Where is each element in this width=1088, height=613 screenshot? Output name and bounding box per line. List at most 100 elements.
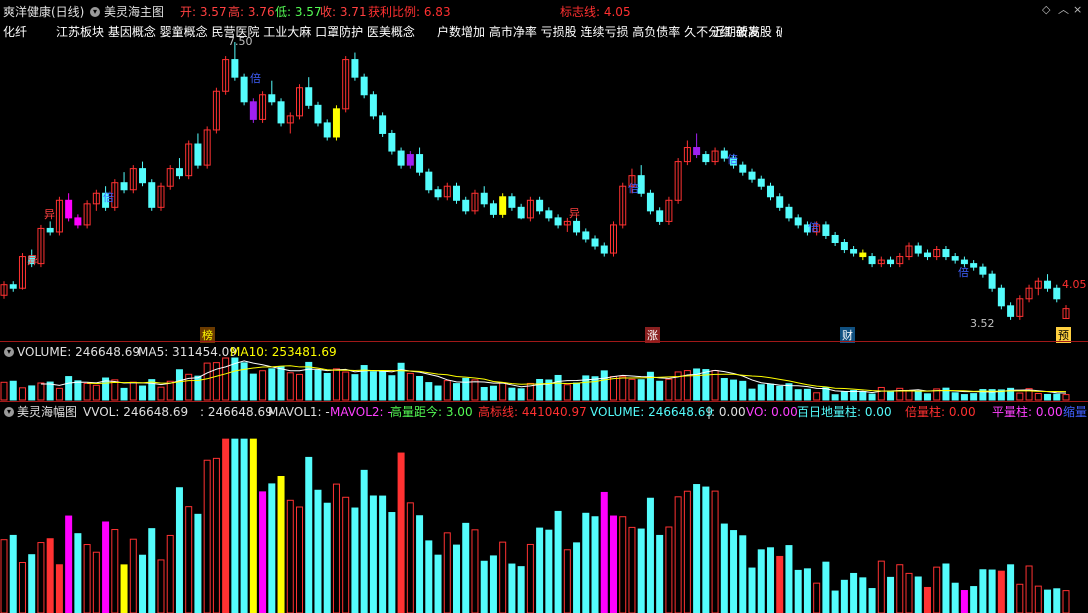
volume-bar <box>249 373 257 401</box>
candle-body <box>554 217 562 226</box>
separator-price-volume[interactable] <box>0 341 1088 342</box>
amplitude-bar <box>351 507 359 613</box>
volume-bar <box>379 371 387 401</box>
high-price-label: 7.50 <box>228 35 253 48</box>
candle-body <box>748 171 756 180</box>
candle-body <box>194 143 202 166</box>
amplitude-bar <box>249 438 257 613</box>
candle-body <box>406 154 414 166</box>
candle-body <box>573 220 581 233</box>
candle-body <box>249 101 257 120</box>
amplitude-bar <box>453 544 461 613</box>
amplitude-bar <box>480 560 488 613</box>
open-value: 开: 3.57 <box>180 5 227 19</box>
volume-bar <box>65 376 73 401</box>
volume-bar <box>286 372 294 401</box>
amplitude-menu-icon[interactable]: ▾ <box>4 407 14 417</box>
volume-ma10: MA10: 253481.69 <box>230 345 337 359</box>
volume-ma5: MA5: 311454.09 <box>138 345 237 359</box>
candle-body <box>379 115 387 134</box>
candle-body <box>887 259 895 265</box>
candle-body <box>545 210 553 219</box>
candle-body <box>305 87 313 106</box>
separator-volume-amp[interactable] <box>0 401 1088 402</box>
amplitude-bar <box>1025 565 1033 613</box>
amplitude-bar <box>286 499 294 613</box>
amplitude-bar <box>591 516 599 613</box>
amplitude-bar <box>406 502 414 613</box>
volume-bar <box>554 374 562 401</box>
volume-bar <box>139 385 147 401</box>
amp-volume: VOLUME: 246648.69 <box>590 405 713 419</box>
amplitude-bar <box>776 555 784 613</box>
amplitude-bar <box>1062 590 1070 613</box>
amplitude-bar <box>185 506 193 613</box>
amplitude-bar <box>1044 589 1052 613</box>
candle-body <box>739 164 747 173</box>
amplitude-bar <box>905 572 913 613</box>
amplitude-bar <box>166 534 174 613</box>
volume-bar <box>840 391 848 401</box>
amplitude-bar <box>979 569 987 613</box>
amplitude-bar <box>120 564 128 613</box>
volume-bar <box>887 390 895 401</box>
profit-ratio: 获利比例: 6.83 <box>368 5 451 19</box>
amplitude-bar <box>462 522 470 613</box>
amplitude-bar <box>942 563 950 613</box>
volume-bar <box>1044 393 1052 401</box>
amplitude-bar <box>268 483 276 613</box>
candle-body <box>951 256 959 261</box>
amplitude-bar <box>139 554 147 613</box>
volume-bar <box>0 381 8 401</box>
amplitude-bar <box>850 572 858 613</box>
amp-bairi: 百日地量柱: 0.00 <box>797 405 892 419</box>
candle-body <box>323 122 331 138</box>
concept-tag-overlap: 近期新高 <box>712 25 761 39</box>
candle-body <box>175 168 183 177</box>
volume-bar <box>563 384 571 401</box>
amplitude-bar <box>416 515 424 613</box>
candle-body <box>637 175 645 194</box>
amplitude-bar <box>674 496 682 613</box>
close-panel-icon[interactable]: × <box>1073 4 1082 16</box>
amplitude-bar <box>1053 588 1061 613</box>
volume-bar <box>480 387 488 401</box>
signal-bei-2: 倍 <box>103 191 114 204</box>
close-value: 收: 3.71 <box>320 5 367 19</box>
amplitude-bar <box>970 586 978 613</box>
amplitude-bar <box>794 569 802 613</box>
volume-bar <box>831 394 839 401</box>
candle-body <box>74 217 82 226</box>
amplitude-bar <box>573 542 581 613</box>
volume-bar <box>120 387 128 401</box>
volume-bar <box>951 392 959 401</box>
volume-menu-icon[interactable]: ▾ <box>4 347 14 357</box>
volume-bar <box>776 385 784 401</box>
amplitude-bar <box>443 532 451 613</box>
chart-canvas[interactable] <box>0 0 1088 613</box>
amplitude-bar <box>665 526 673 613</box>
candle-body <box>582 231 590 240</box>
candle-body <box>600 245 608 254</box>
amplitude-bar <box>471 529 479 613</box>
signal-yi-1: 异 <box>44 208 55 221</box>
candle-body <box>480 192 488 205</box>
indicator-menu-icon[interactable]: ▾ <box>90 7 100 17</box>
amplitude-bar <box>46 538 54 613</box>
amplitude-bar <box>314 489 322 613</box>
amplitude-bar <box>766 547 774 613</box>
volume-bar <box>508 387 516 401</box>
collapse-up-icon[interactable]: ︿ <box>1058 4 1069 16</box>
expand-icon[interactable]: ◇ <box>1042 4 1050 16</box>
candle-body <box>988 273 996 289</box>
amplitude-bar <box>877 560 885 613</box>
signal-bei-5: 倍 <box>808 221 819 234</box>
amplitude-bar <box>887 576 895 613</box>
industry-label: 化纤 <box>3 25 28 39</box>
volume-bar <box>794 389 802 401</box>
candle-body <box>868 256 876 265</box>
volume-bar <box>803 388 811 401</box>
volume-bar <box>416 376 424 401</box>
candle-body <box>914 245 922 254</box>
candle-body <box>1053 287 1061 300</box>
